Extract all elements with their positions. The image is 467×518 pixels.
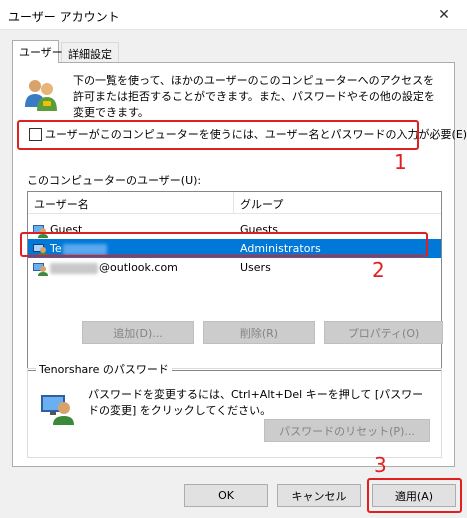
password-instructions: パスワードを変更するには、Ctrl+Alt+Del キーを押して [パスワードの… [88, 388, 424, 417]
annotation-box-1 [17, 120, 419, 150]
annotation-number-3: 3 [374, 453, 387, 477]
remove-user-button[interactable]: 削除(R) [203, 321, 315, 344]
title-bar: ユーザー アカウント ✕ [0, 0, 467, 30]
close-button[interactable]: ✕ [421, 0, 467, 30]
user-icon [33, 263, 48, 276]
reset-password-button[interactable]: パスワードのリセット(P)... [264, 419, 430, 442]
cancel-button[interactable]: キャンセル [277, 484, 361, 507]
row-username: @outlook.com [50, 261, 178, 274]
window-title: ユーザー アカウント [8, 10, 120, 24]
tab-users[interactable]: ユーザー [12, 40, 63, 63]
properties-button[interactable]: プロパティ(O) [324, 321, 443, 344]
redacted-name [50, 262, 98, 274]
annotation-box-3 [367, 478, 462, 513]
annotation-box-2 [20, 232, 428, 257]
annotation-number-1: 1 [394, 150, 407, 174]
row-username-text: @outlook.com [99, 261, 178, 274]
column-header-group[interactable]: グループ [240, 196, 283, 212]
users-group-icon [25, 80, 57, 111]
info-text: 下の一覧を使って、ほかのユーザーのこのコンピューターへのアクセスを許可または拒否… [73, 74, 435, 119]
user-password-icon [41, 395, 74, 425]
column-header-username[interactable]: ユーザー名 [34, 196, 89, 212]
password-group-title: Tenorshare のパスワード [36, 361, 172, 377]
add-user-button[interactable]: 追加(D)... [82, 321, 194, 344]
password-groupbox: Tenorshare のパスワード パスワードを変更するには、Ctrl+Alt+… [27, 361, 442, 458]
listview-header: ユーザー名 グループ [28, 192, 441, 214]
column-separator[interactable] [233, 192, 234, 214]
tab-advanced[interactable]: 詳細設定 [61, 42, 119, 62]
annotation-number-2: 2 [372, 258, 385, 282]
ok-button[interactable]: OK [184, 484, 268, 507]
row-group: Users [240, 261, 271, 274]
close-icon: ✕ [438, 7, 450, 23]
users-list-label: このコンピューターのユーザー(U): [27, 174, 202, 187]
